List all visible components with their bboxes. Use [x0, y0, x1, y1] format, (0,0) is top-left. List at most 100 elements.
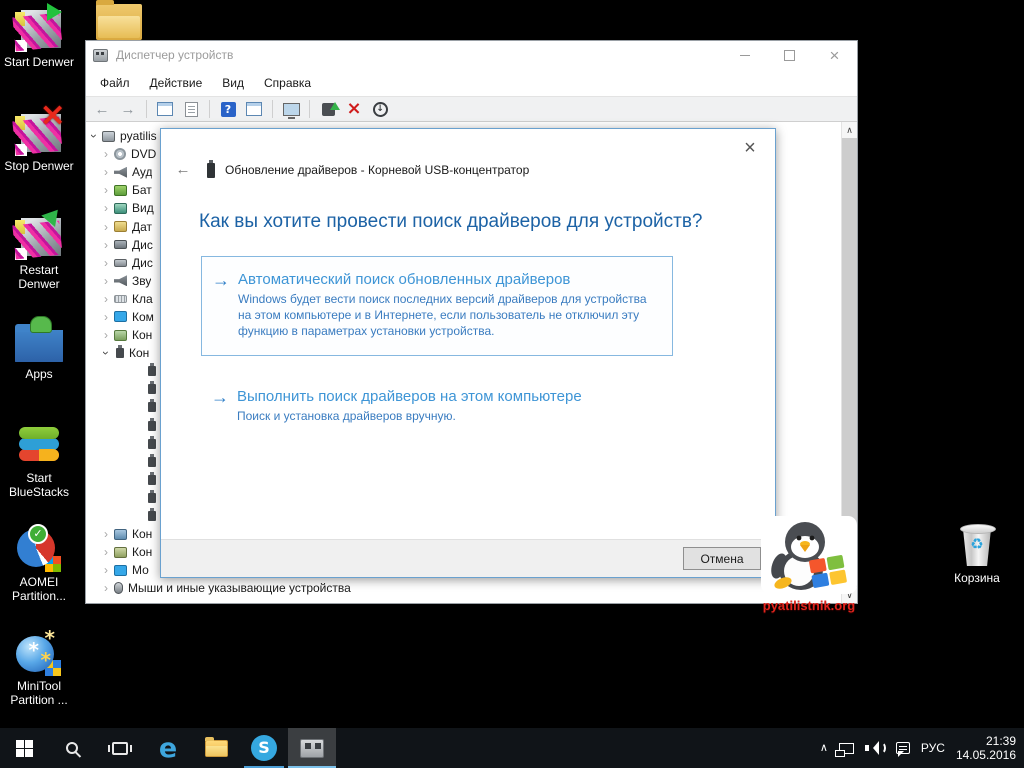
device-manager-app-icon [93, 48, 108, 62]
tree-item[interactable]: Мыши и иные указывающие устройства [86, 579, 857, 597]
tree-expander-icon[interactable] [100, 148, 112, 160]
update-driver-icon[interactable] [321, 101, 340, 116]
tree-item-label: Ком [132, 309, 154, 324]
close-icon[interactable] [812, 42, 857, 69]
uninstall-device-icon[interactable] [344, 99, 364, 119]
properties-icon[interactable] [184, 101, 198, 117]
desktop-shortcut[interactable]: Restart Denwer [0, 214, 78, 318]
back-icon[interactable] [173, 161, 193, 179]
tree-item-label: Мо [132, 563, 149, 578]
toolbar-separator [209, 100, 210, 118]
device-icon [114, 184, 127, 196]
desktop-shortcut[interactable]: Stop Denwer [0, 98, 78, 214]
device-icon [148, 471, 156, 485]
minimize-icon[interactable] [722, 42, 767, 69]
tree-expander-icon[interactable] [100, 221, 112, 233]
maximize-icon[interactable] [767, 42, 812, 69]
desktop-shortcut-label: Apps [25, 367, 53, 381]
desktop-shortcut-label: Restart Denwer [18, 263, 60, 291]
recycle-symbol-icon [960, 535, 994, 553]
window-title: Диспетчер устройств [116, 48, 234, 62]
tray-chevron-icon[interactable] [820, 743, 828, 754]
menu-item[interactable]: Действие [140, 72, 213, 94]
tree-item-label: Кон [132, 545, 153, 560]
arrow-right-icon [211, 388, 237, 408]
start-button[interactable] [0, 728, 48, 768]
network-icon[interactable] [834, 742, 854, 757]
tree-expander-icon[interactable] [100, 329, 112, 341]
tree-expander-icon[interactable] [100, 546, 112, 558]
close-icon[interactable] [735, 135, 765, 161]
desktop-shortcut[interactable]: AOMEI Partition... [0, 524, 78, 630]
device-icon [148, 399, 156, 413]
help-icon[interactable] [220, 101, 236, 117]
desktop-folder-icon[interactable] [96, 0, 142, 40]
tree-expander-icon[interactable] [100, 257, 112, 269]
desktop-shortcut[interactable]: Start BlueStacks [0, 422, 78, 526]
device-icon [114, 294, 127, 303]
scroll-up-icon[interactable] [842, 122, 857, 138]
tree-expander-icon[interactable] [100, 311, 112, 323]
option-browse-computer[interactable]: Выполнить поиск драйверов на этом компью… [201, 374, 673, 434]
skype-button[interactable] [240, 728, 288, 768]
tree-expander-icon[interactable] [100, 528, 112, 540]
menu-item[interactable]: Файл [90, 72, 140, 94]
tree-item-label: Кла [132, 291, 153, 306]
disable-device-icon[interactable] [372, 101, 388, 117]
tree-expander-icon[interactable] [100, 582, 112, 594]
device-icon [114, 221, 127, 233]
back-icon[interactable] [92, 99, 112, 119]
file-explorer-button[interactable] [192, 728, 240, 768]
menu-bar: Файл Действие Вид Справка [86, 69, 857, 96]
desktop-shortcut[interactable]: MiniTool Partition ... [0, 628, 78, 734]
language-indicator[interactable]: РУС [921, 741, 945, 755]
clock[interactable]: 21:39 14.05.2016 [956, 734, 1016, 762]
edge-button[interactable] [144, 728, 192, 768]
recycle-bin-icon [960, 522, 996, 568]
tree-expander-icon[interactable] [100, 275, 112, 287]
scan-hardware-icon[interactable] [282, 102, 300, 119]
tree-expander-icon[interactable] [100, 202, 112, 214]
device-icon [114, 240, 127, 250]
usb-device-icon [207, 159, 215, 178]
device-icon [114, 202, 127, 214]
tree-item-label: Вид [132, 201, 154, 216]
device-icon [148, 363, 156, 377]
tree-item-label: Кон [132, 527, 153, 542]
tree-expander-icon[interactable] [88, 130, 100, 142]
tree-expander-icon[interactable] [100, 184, 112, 196]
task-view-icon [108, 741, 132, 755]
tree-expander-icon[interactable] [100, 239, 112, 251]
forward-icon[interactable] [118, 99, 138, 119]
device-icon [114, 258, 127, 267]
tree-expander-icon[interactable] [100, 347, 112, 359]
desktop-shortcut-label: Start Denwer [3, 55, 75, 69]
device-icon [114, 166, 127, 178]
search-button[interactable] [48, 728, 96, 768]
tree-item-label: Зву [132, 273, 152, 288]
volume-icon[interactable] [864, 741, 886, 755]
tree-item-label: Мыши и иные указывающие устройства [128, 581, 351, 596]
desktop-shortcut-icon [15, 316, 63, 364]
tree-item-label: Кон [129, 346, 150, 361]
desktop-shortcut-icon [15, 214, 63, 260]
tree-expander-icon[interactable] [100, 564, 112, 576]
action-center-icon[interactable] [895, 742, 910, 757]
device-icon [114, 546, 127, 558]
console-window-icon[interactable] [157, 102, 173, 116]
desktop-shortcut[interactable]: Apps [0, 316, 78, 422]
cancel-button[interactable]: Отмена [683, 547, 761, 570]
recycle-bin[interactable]: Корзина [938, 522, 1016, 585]
toolbar-separator [146, 100, 147, 118]
tree-expander-icon[interactable] [100, 293, 112, 305]
list-window-icon[interactable] [246, 102, 262, 116]
clock-date: 14.05.2016 [955, 748, 1016, 762]
device-manager-titlebar[interactable]: Диспетчер устройств [86, 41, 857, 69]
device-manager-taskbar-button[interactable] [288, 728, 336, 768]
menu-item[interactable]: Вид [212, 72, 254, 94]
option-title: Автоматический поиск обновленных драйвер… [238, 271, 571, 288]
menu-item[interactable]: Справка [254, 72, 321, 94]
option-auto-search[interactable]: Автоматический поиск обновленных драйвер… [201, 256, 673, 356]
tree-expander-icon[interactable] [100, 166, 112, 178]
task-view-button[interactable] [96, 728, 144, 768]
